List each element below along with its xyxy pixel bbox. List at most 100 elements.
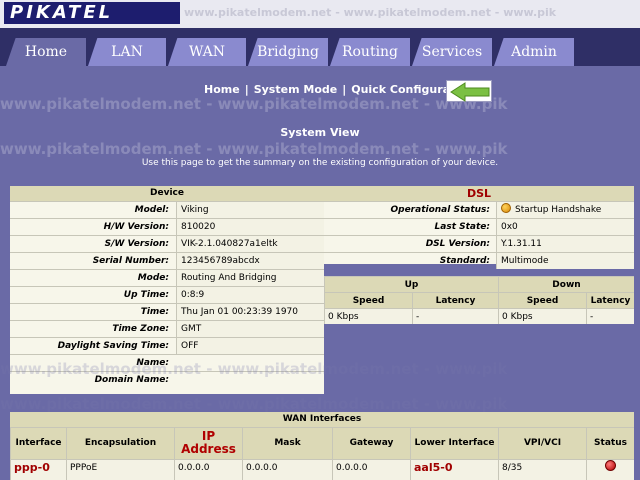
col-encapsulation: Encapsulation: [66, 427, 174, 459]
device-panel: Device Model: Viking H/W Version: 810020 S…: [10, 186, 324, 394]
up-speed-header: Speed: [324, 292, 412, 308]
dsl-row-version: DSL Version: Y.1.31.11: [324, 235, 634, 252]
label: Mode:: [137, 273, 169, 283]
label: Time:: [140, 307, 169, 317]
watermark-line: www.pikatelmodem.net - www.pikatelmodem.…: [0, 395, 508, 413]
label: Standard:: [439, 256, 490, 266]
up-latency-value: -: [412, 308, 498, 324]
label: Operational Status:: [390, 205, 490, 215]
status-red-icon: [605, 460, 616, 471]
dsl-rate-table: Up Down Speed Latency Speed Latency 0 Kb…: [324, 276, 634, 326]
col-lower-interface: Lower Interface: [410, 427, 498, 459]
tab-admin[interactable]: Admin: [494, 38, 574, 66]
page-title: System View: [280, 126, 360, 139]
device-row-timezone: Time Zone: GMT: [10, 320, 324, 337]
col-ip-address: IP Address: [174, 427, 242, 459]
label: Model:: [134, 205, 169, 215]
col-gateway: Gateway: [332, 427, 410, 459]
up-latency-header: Latency: [412, 292, 498, 308]
dsl-row-last-state: Last State: 0x0: [324, 218, 634, 235]
wan-header: WAN Interfaces: [10, 412, 634, 427]
col-status: Status: [586, 427, 634, 459]
top-nav: Home | System Mode | Quick Configuration: [0, 78, 640, 104]
wan-row-mask: 0.0.0.0: [242, 459, 332, 480]
device-row-dst: Daylight Saving Time: OFF: [10, 337, 324, 354]
device-row-serial: Serial Number: 123456789abcdx: [10, 252, 324, 269]
wan-table: Interface Encapsulation IP Address Mask …: [10, 427, 634, 480]
nav-separator: |: [244, 83, 249, 96]
label: Time Zone:: [112, 324, 169, 334]
device-row-uptime: Up Time: 0:8:9: [10, 286, 324, 303]
wan-row-gateway: 0.0.0.0: [332, 459, 410, 480]
dsl-row-status: Operational Status: Startup Handshake: [324, 201, 634, 218]
device-row-time: Time: Thu Jan 01 00:23:39 1970: [10, 303, 324, 320]
label: H/W Version:: [103, 222, 169, 232]
label: Domain Name:: [94, 375, 169, 385]
value: 810020: [176, 219, 324, 235]
label: Last State:: [434, 222, 490, 232]
value: 123456789abcdx: [176, 253, 324, 269]
wan-row-ip: 0.0.0.0: [174, 459, 242, 480]
col-vpi-vci: VPI/VCI: [498, 427, 586, 459]
up-speed-value: 0 Kbps: [324, 308, 412, 324]
nav-home-link[interactable]: Home: [204, 83, 240, 96]
label: Daylight Saving Time:: [57, 341, 169, 351]
wan-row-encapsulation: PPPoE: [66, 459, 174, 480]
nav-system-mode-link[interactable]: System Mode: [254, 83, 338, 96]
dsl-header: DSL: [324, 186, 634, 201]
tab-routing[interactable]: Routing: [330, 38, 410, 66]
value: Multimode: [496, 253, 634, 269]
down-speed-header: Speed: [498, 292, 586, 308]
interface-link[interactable]: ppp-0: [14, 461, 50, 474]
wan-panel: WAN Interfaces Interface Encapsulation I…: [10, 412, 634, 480]
dsl-panel: DSL Operational Status: Startup Handshake…: [324, 186, 634, 269]
wan-row-status: [586, 459, 634, 480]
device-row-name: Name:: [10, 354, 324, 371]
nav-separator: |: [342, 83, 347, 96]
label: S/W Version:: [104, 239, 169, 249]
top-bar: PIKATEL www.pikatelmodem.net - www.pikat…: [0, 0, 640, 28]
col-mask: Mask: [242, 427, 332, 459]
value: 0x0: [496, 219, 634, 235]
value: Startup Handshake: [496, 202, 634, 218]
watermark-line: www.pikatelmodem.net - www.pikatelmodem.…: [0, 140, 508, 158]
down-latency-value: -: [586, 308, 634, 324]
value: Y.1.31.11: [496, 236, 634, 252]
col-interface: Interface: [10, 427, 66, 459]
page-description: Use this page to get the summary on the …: [141, 158, 499, 168]
device-header: Device: [10, 186, 324, 201]
device-row-model: Model: Viking: [10, 201, 324, 218]
arrow-left-icon[interactable]: [446, 80, 492, 102]
value: VIK-2.1.040827a1eltk: [176, 236, 324, 252]
value: Thu Jan 01 00:23:39 1970: [176, 304, 324, 320]
tab-services[interactable]: Services: [412, 38, 492, 66]
label: Up Time:: [123, 290, 169, 300]
down-latency-header: Latency: [586, 292, 634, 308]
pikatel-logo: PIKATEL: [4, 2, 180, 24]
value: Viking: [176, 202, 324, 218]
device-row-domain: Domain Name:: [10, 371, 324, 388]
value: Routing And Bridging: [176, 270, 324, 286]
tab-wan[interactable]: WAN: [168, 38, 246, 66]
wan-row-vpivci: 8/35: [498, 459, 586, 480]
value: OFF: [176, 338, 324, 354]
label: Serial Number:: [92, 256, 169, 266]
status-text: Startup Handshake: [515, 205, 602, 215]
watermark-text: www.pikatelmodem.net - www.pikatelmodem.…: [184, 6, 557, 19]
value: 0:8:9: [176, 287, 324, 303]
device-row-mode: Mode: Routing And Bridging: [10, 269, 324, 286]
down-speed-value: 0 Kbps: [498, 308, 586, 324]
device-row-hw: H/W Version: 810020: [10, 218, 324, 235]
dsl-row-standard: Standard: Multimode: [324, 252, 634, 269]
label: Name:: [136, 358, 169, 368]
lower-interface-link[interactable]: aal5-0: [414, 461, 453, 474]
tab-bridging[interactable]: Bridging: [248, 38, 328, 66]
device-row-sw: S/W Version: VIK-2.1.040827a1eltk: [10, 235, 324, 252]
tab-bar: Home LAN WAN Bridging Routing Services A…: [0, 28, 640, 66]
tab-lan[interactable]: LAN: [88, 38, 166, 66]
status-indicator-icon: [501, 203, 511, 213]
tab-home[interactable]: Home: [6, 38, 86, 66]
wan-row-lower: aal5-0: [410, 459, 498, 480]
wan-row-interface: ppp-0: [10, 459, 66, 480]
down-header: Down: [498, 276, 634, 292]
